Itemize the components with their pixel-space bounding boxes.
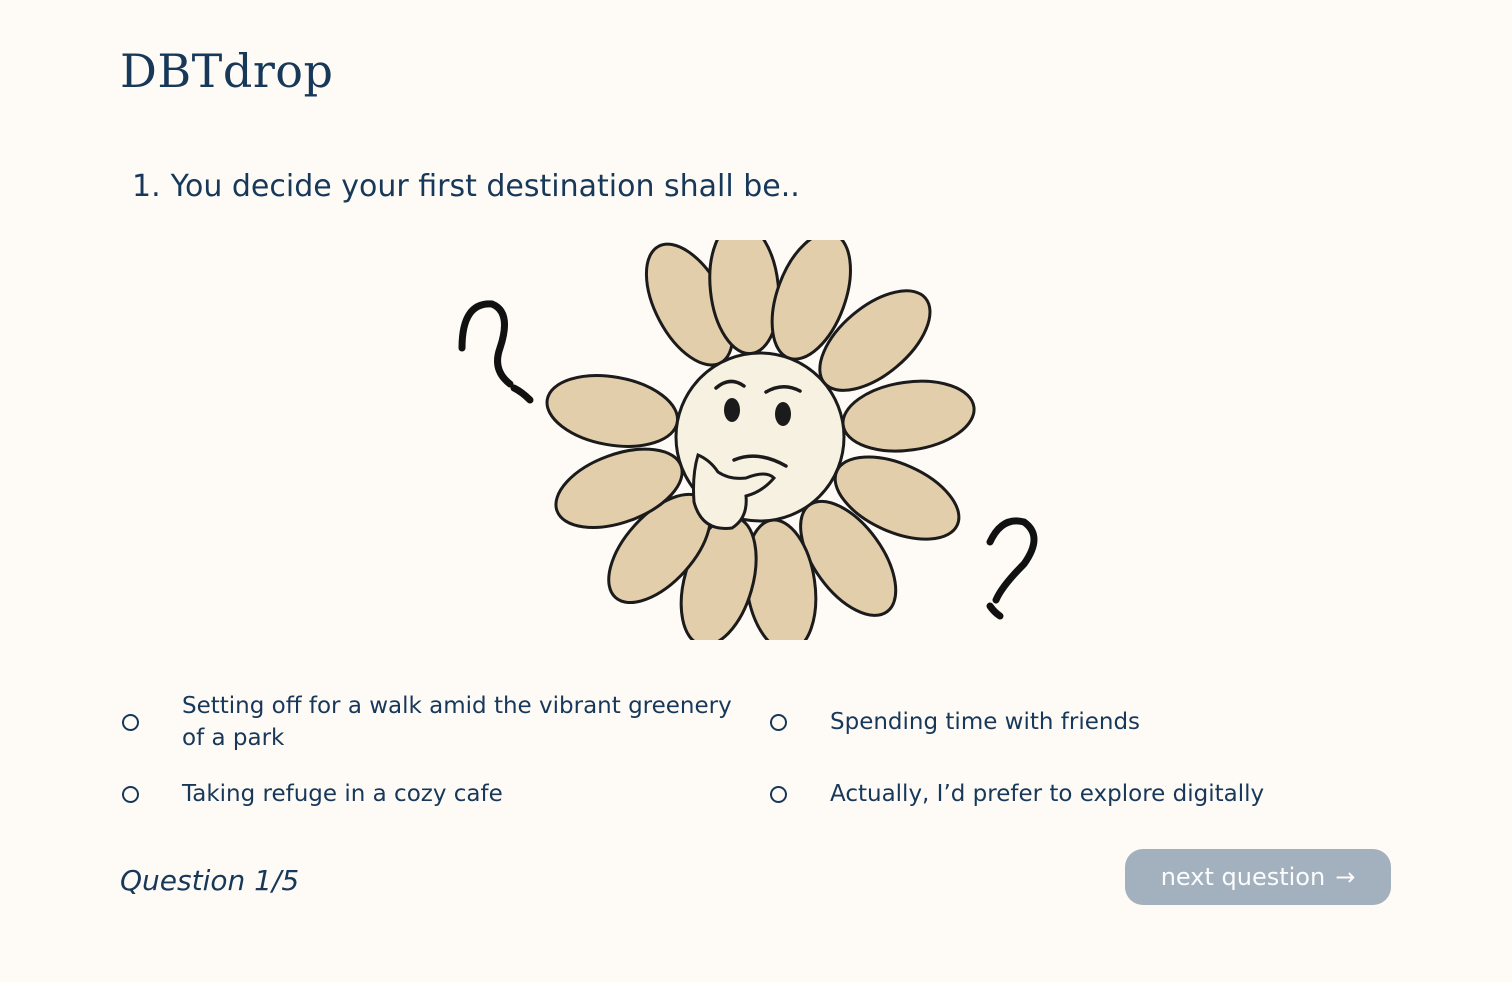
- question-prompt: 1. You decide your first destination shal…: [132, 166, 800, 208]
- answer-option-park[interactable]: Setting off for a walk amid the vibrant …: [122, 690, 732, 754]
- flower-petal: [545, 374, 680, 448]
- radio-button[interactable]: [770, 713, 787, 731]
- radio-button[interactable]: [770, 785, 787, 803]
- thinking-flower-icon: [458, 240, 1038, 640]
- radio-button[interactable]: [122, 785, 139, 803]
- question-number: 1.: [132, 169, 161, 204]
- app-title: DBTdrop: [120, 44, 334, 98]
- answer-option-cafe[interactable]: Taking refuge in a cozy cafe: [122, 778, 732, 810]
- answer-option-friends[interactable]: Spending time with friends: [770, 706, 1370, 738]
- radio-button[interactable]: [122, 713, 139, 731]
- answer-option-label: Spending time with friends: [830, 709, 1141, 735]
- next-question-label: next question: [1160, 863, 1326, 891]
- question-text: You decide your first destination shall …: [170, 169, 800, 204]
- answer-option-digital[interactable]: Actually, I’d prefer to explore digitall…: [770, 778, 1370, 810]
- next-question-button[interactable]: next question →: [1125, 849, 1391, 905]
- arrow-right-icon: →: [1335, 863, 1356, 891]
- answer-option-label: Taking refuge in a cozy cafe: [182, 781, 503, 807]
- answer-option-label: Actually, I’d prefer to explore digitall…: [830, 781, 1265, 807]
- question-progress: Question 1/5: [120, 864, 300, 897]
- answer-option-label: Setting off for a walk amid the vibrant …: [182, 693, 732, 751]
